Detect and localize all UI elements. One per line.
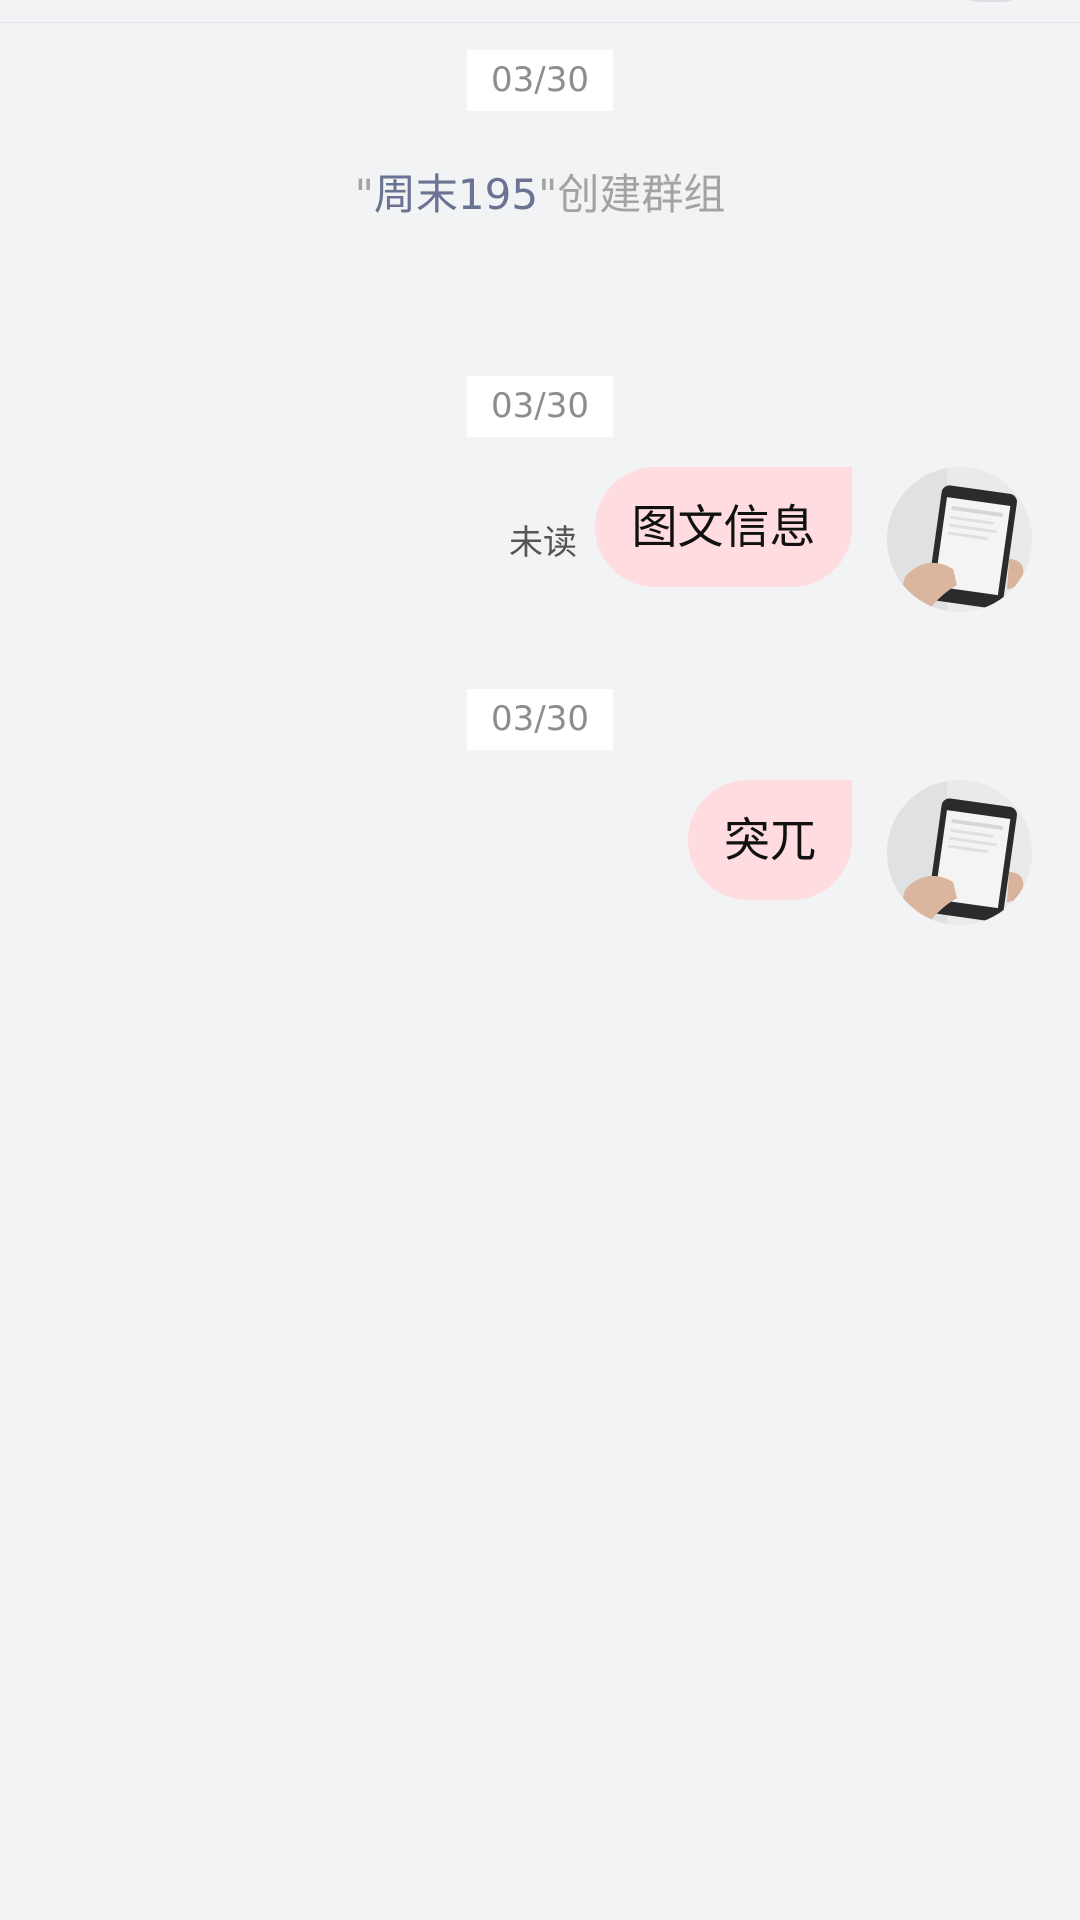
read-status: 未读 — [509, 523, 577, 563]
quote-mark: " — [354, 170, 374, 219]
header-avatar-edge[interactable] — [960, 0, 1022, 2]
message-bubble[interactable]: 突兀 — [688, 780, 852, 900]
message-row: 突兀 — [0, 780, 1080, 926]
chat-screen: 03/30 "周末195"创建群组 03/30 未读 图文信息 03/30 突兀 — [0, 0, 1080, 1920]
avatar[interactable] — [887, 467, 1032, 612]
system-message: "周末195"创建群组 — [0, 165, 1080, 225]
phone-in-hand-photo-icon — [887, 467, 1032, 612]
message-row: 未读 图文信息 — [0, 467, 1080, 613]
group-creator-name[interactable]: 周末195 — [374, 170, 538, 219]
system-message-action: 创建群组 — [557, 170, 726, 219]
message-bubble[interactable]: 图文信息 — [595, 467, 852, 587]
header-divider — [0, 22, 1080, 23]
phone-in-hand-photo-icon — [887, 780, 1032, 925]
avatar[interactable] — [887, 780, 1032, 925]
date-separator: 03/30 — [467, 689, 613, 750]
date-separator: 03/30 — [467, 376, 613, 437]
date-separator: 03/30 — [467, 50, 613, 111]
quote-mark: " — [538, 170, 558, 219]
